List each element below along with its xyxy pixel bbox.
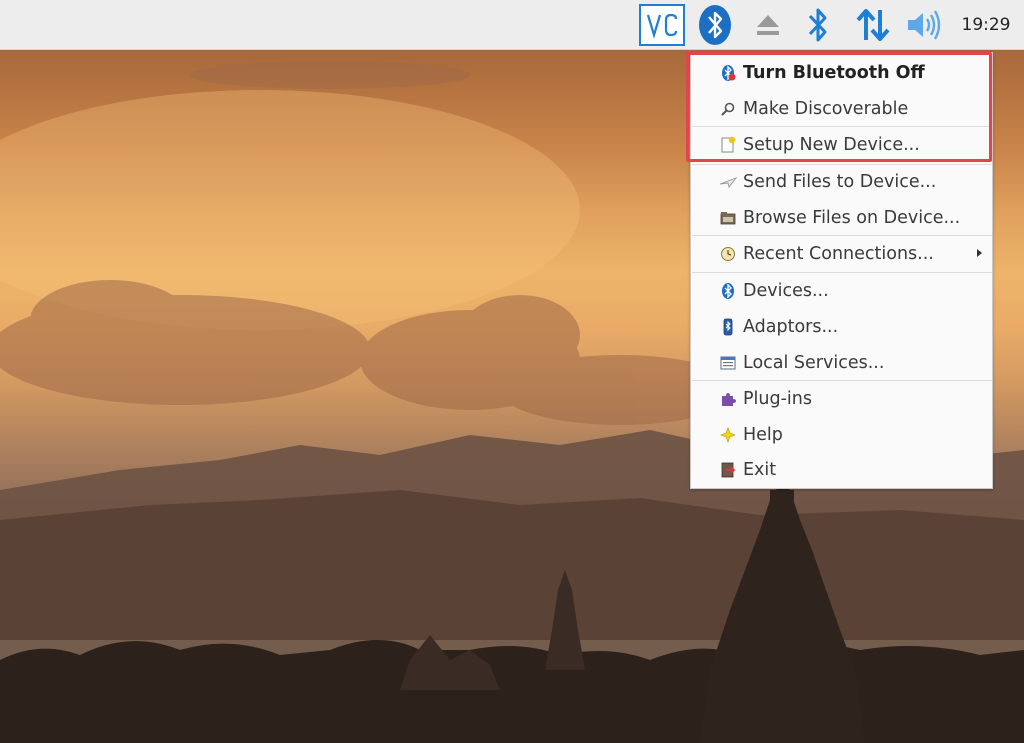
menu-item-label: Make Discoverable: [743, 99, 909, 119]
menu-item-browse-files[interactable]: Browse Files on Device...: [691, 201, 992, 235]
services-icon: [719, 354, 737, 372]
menu-separator: [692, 380, 992, 381]
clock-icon: [719, 245, 737, 263]
menu-item-local-services[interactable]: Local Services...: [691, 346, 992, 380]
menu-item-label: Browse Files on Device...: [743, 208, 961, 228]
menu-item-setup-new-device[interactable]: Setup New Device...: [691, 128, 992, 162]
folder-icon: [719, 209, 737, 227]
menu-item-label: Plug-ins: [743, 389, 813, 409]
adaptor-icon: [719, 318, 737, 336]
send-files-icon: [719, 173, 737, 191]
top-panel: 19:29: [0, 0, 1024, 50]
help-icon: [719, 426, 737, 444]
menu-item-label: Turn Bluetooth Off: [743, 63, 925, 83]
bluetooth-off-icon: [719, 64, 737, 82]
menu-separator: [692, 235, 992, 236]
search-icon: [719, 100, 737, 118]
menu-item-exit[interactable]: Exit: [691, 453, 992, 487]
menu-separator: [692, 126, 992, 127]
bluetooth-icon: [699, 5, 731, 45]
volume-icon[interactable]: [903, 3, 945, 47]
network-icon[interactable]: [852, 3, 894, 47]
bluetooth-tray-active-icon[interactable]: [696, 3, 734, 47]
menu-item-recent-connections[interactable]: Recent Connections...: [691, 237, 992, 271]
speaker-icon: [908, 10, 941, 40]
network-arrows-icon: [856, 9, 890, 41]
menu-item-label: Adaptors...: [743, 317, 839, 337]
menu-item-label: Send Files to Device...: [743, 172, 937, 192]
menu-item-send-files[interactable]: Send Files to Device...: [691, 165, 992, 199]
menu-item-help[interactable]: Help: [691, 418, 992, 452]
menu-item-plug-ins[interactable]: Plug-ins: [691, 382, 992, 416]
submenu-arrow-icon: [977, 249, 982, 257]
puzzle-icon: [719, 390, 737, 408]
menu-item-label: Exit: [743, 460, 777, 480]
exit-icon: [719, 461, 737, 479]
clock[interactable]: 19:29: [956, 0, 1016, 50]
menu-item-make-discoverable[interactable]: Make Discoverable: [691, 92, 992, 126]
bluetooth-tray-icon[interactable]: [803, 3, 833, 47]
menu-item-devices[interactable]: Devices...: [691, 274, 992, 308]
menu-item-label: Setup New Device...: [743, 135, 920, 155]
vnc-icon[interactable]: [639, 4, 685, 46]
menu-item-adaptors[interactable]: Adaptors...: [691, 310, 992, 344]
bluetooth-icon: [719, 282, 737, 300]
menu-item-label: Recent Connections...: [743, 244, 934, 264]
menu-item-label: Help: [743, 425, 783, 445]
menu-item-label: Devices...: [743, 281, 829, 301]
eject-glyph-icon: [757, 15, 779, 35]
vnc-logo-icon: [646, 13, 678, 39]
menu-separator: [692, 272, 992, 273]
menu-item-turn-bluetooth-off[interactable]: Turn Bluetooth Off: [691, 56, 992, 90]
new-device-icon: [719, 136, 737, 154]
bluetooth-glyph-icon: [808, 8, 827, 42]
eject-icon[interactable]: [750, 3, 786, 47]
bluetooth-menu: Turn Bluetooth Off Make Discoverable Set…: [690, 52, 993, 489]
menu-item-label: Local Services...: [743, 353, 885, 373]
